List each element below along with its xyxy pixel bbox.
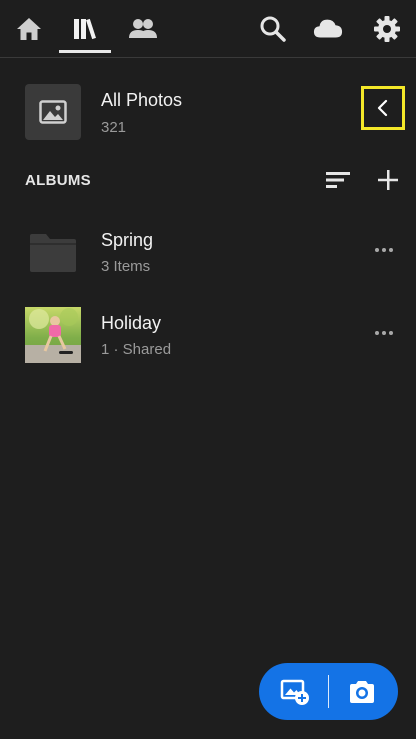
active-tab-indicator [59,50,111,53]
sort-button[interactable] [323,166,353,194]
plus-icon [378,170,398,190]
search-icon[interactable] [258,14,288,44]
collapse-panel-button[interactable] [361,86,405,130]
floating-action-button [259,663,398,720]
album-share-status: 1 · Shared [101,341,172,358]
camera-button[interactable] [328,663,396,720]
album-photo-thumbnail [25,307,81,363]
cloud-icon[interactable] [313,14,343,44]
chevron-left-icon [377,99,388,117]
all-photos-title: All Photos [101,90,183,110]
more-options-icon[interactable] [371,323,397,343]
album-item-spring[interactable]: Spring 3 Items [25,224,405,282]
album-name: Spring [101,230,154,250]
more-options-icon[interactable] [371,240,397,260]
camera-icon [350,680,374,703]
sort-icon [326,172,350,188]
gear-icon[interactable] [372,14,402,44]
top-nav-bar [0,0,416,58]
folder-icon [25,224,81,280]
people-icon[interactable] [128,14,158,44]
album-name: Holiday [101,313,162,333]
albums-section-header: ALBUMS [25,172,91,189]
album-item-holiday[interactable]: Holiday 1 · Shared [25,307,405,365]
home-icon[interactable] [14,14,44,44]
all-photos-item[interactable]: All Photos 321 [25,84,391,142]
add-photo-icon [280,679,309,705]
add-photo-button[interactable] [261,663,329,720]
image-placeholder-icon [25,84,81,140]
all-photos-count: 321 [101,119,127,136]
album-item-count: 3 Items [101,258,151,275]
library-icon[interactable] [70,14,100,44]
add-album-button[interactable] [373,166,403,194]
